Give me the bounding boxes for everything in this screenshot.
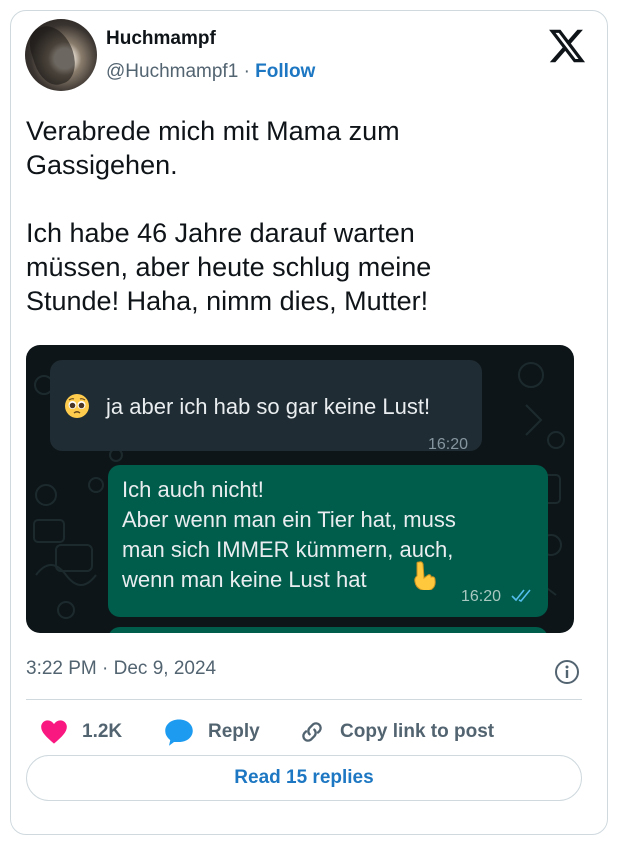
pointing-down-hand-emoji	[414, 561, 436, 590]
copy-link-button[interactable]: Copy link to post	[298, 715, 494, 749]
like-count: 1.2K	[82, 721, 123, 742]
pleading-face-emoji	[65, 394, 89, 418]
incoming-message-time: 16:20	[427, 436, 468, 453]
chat-screenshot[interactable]: ja aber ich hab so gar keine Lust! 16:20…	[26, 345, 574, 633]
tweet-text: Verabrede mich mit Mama zum Gassigehen. …	[26, 116, 432, 316]
like-button[interactable]: 1.2K	[40, 715, 122, 749]
copy-link-label: Copy link to post	[340, 721, 495, 742]
info-icon[interactable]	[554, 659, 580, 685]
link-icon	[302, 722, 322, 742]
reply-label: Reply	[208, 721, 260, 742]
x-logo-icon[interactable]	[547, 26, 587, 66]
read-replies-label: Read 15 replies	[234, 767, 374, 788]
incoming-message-bubble[interactable]: ja aber ich hab so gar keine Lust! 16:20	[50, 360, 482, 453]
author-handle[interactable]: @Huchmampf1	[106, 61, 238, 82]
author-handle-row: @Huchmampf1 · Follow	[106, 61, 315, 83]
heart-icon	[41, 720, 67, 744]
outgoing-message-bubble[interactable]: Ich auch nicht! Aber wenn man ein Tier h…	[108, 465, 548, 617]
divider	[26, 699, 582, 700]
tweet-timestamp[interactable]: 3:22 PM · Dec 9, 2024	[26, 658, 216, 680]
outgoing-message-bubble-partial[interactable]	[108, 627, 548, 633]
double-check-read-icon	[511, 589, 531, 603]
reply-button[interactable]: Reply	[164, 715, 260, 749]
outgoing-message-text: Ich auch nicht! Aber wenn man ein Tier h…	[122, 477, 456, 592]
incoming-message-text: ja aber ich hab so gar keine Lust!	[106, 394, 431, 419]
read-replies-button[interactable]: Read 15 replies	[26, 755, 582, 801]
reply-bubble-icon	[165, 719, 193, 746]
outgoing-message-time: 16:20	[461, 588, 502, 605]
author-name[interactable]: Huchmampf	[106, 28, 216, 50]
avatar[interactable]	[25, 19, 97, 91]
separator-dot: ·	[243, 61, 250, 82]
follow-button[interactable]: Follow	[255, 61, 315, 82]
